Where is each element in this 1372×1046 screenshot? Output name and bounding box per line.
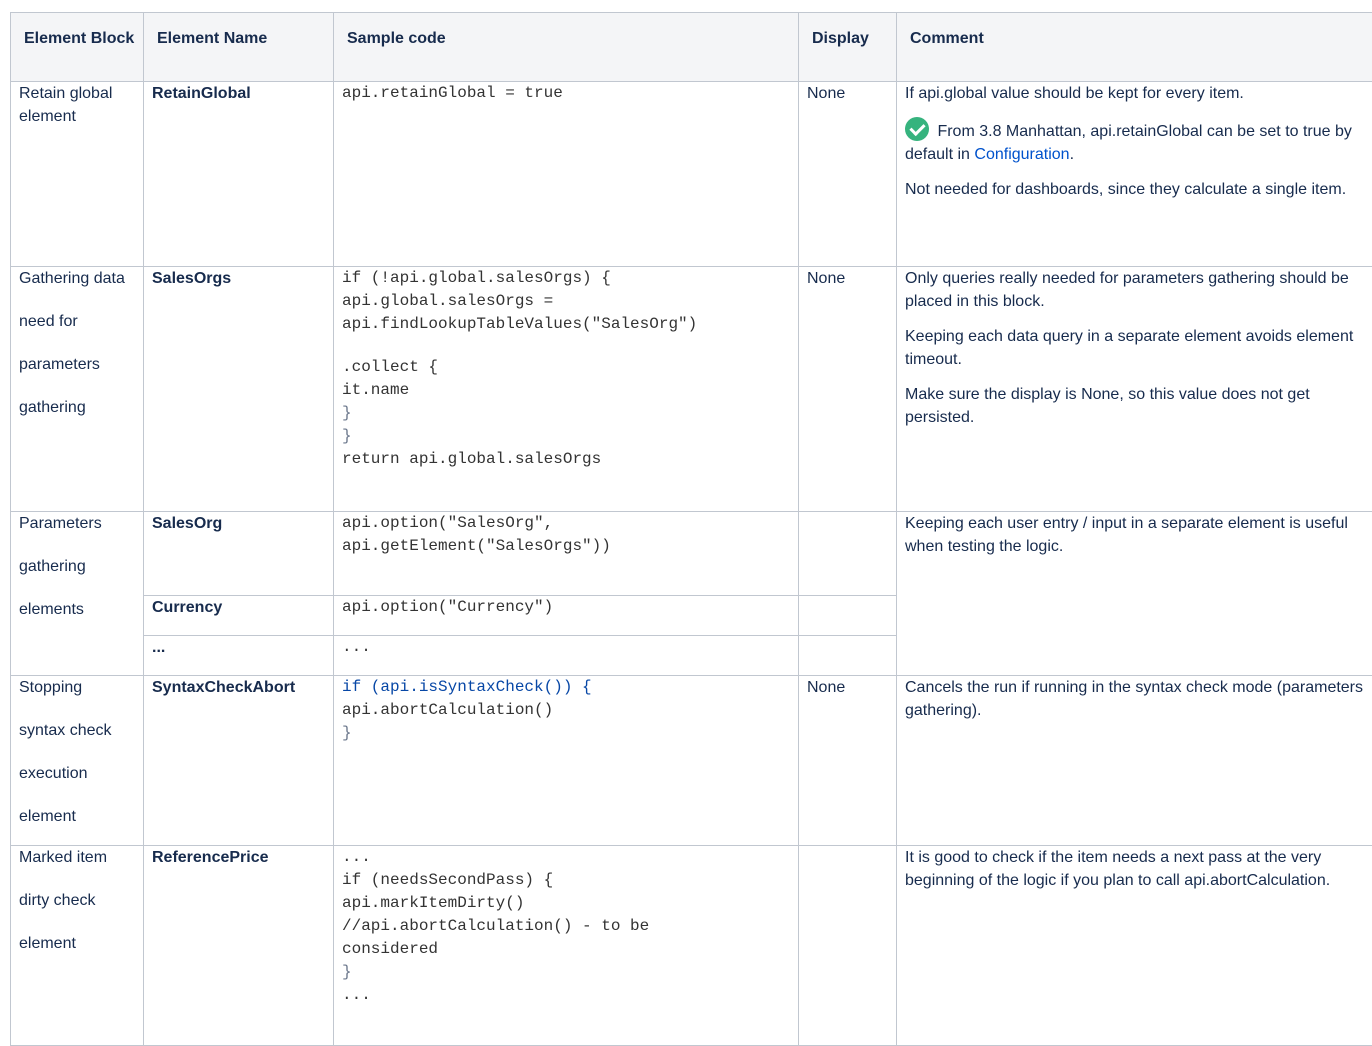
comment-paragraph: If api.global value should be kept for e… xyxy=(905,82,1372,105)
comment-paragraph: Keeping each user entry / input in a sep… xyxy=(905,512,1372,558)
display-cell xyxy=(799,846,897,1046)
code-line: ... xyxy=(342,984,790,1007)
code-line: it.name xyxy=(342,379,790,402)
element-block-text: need for xyxy=(19,310,135,333)
comment-cell: If api.global value should be kept for e… xyxy=(897,82,1372,267)
code-line: } xyxy=(342,961,790,984)
element-block-text: parameters xyxy=(19,353,135,376)
element-name-cell: SalesOrgs xyxy=(144,267,334,512)
header-display: Display xyxy=(799,13,897,82)
code-line: api.option("SalesOrg", xyxy=(342,512,790,535)
comment-cell: Cancels the run if running in the syntax… xyxy=(897,676,1372,846)
comment-paragraph: Not needed for dashboards, since they ca… xyxy=(905,178,1372,201)
code-line: api.getElement("SalesOrgs")) xyxy=(342,535,790,558)
comment-paragraph: It is good to check if the item needs a … xyxy=(905,846,1372,892)
header-row: Element Block Element Name Sample code D… xyxy=(11,13,1372,82)
elements-table: Element Block Element Name Sample code D… xyxy=(10,12,1372,1046)
header-element-block: Element Block xyxy=(11,13,144,82)
table-row: Marked item dirty check element Referenc… xyxy=(11,846,1372,1046)
display-cell: None xyxy=(799,82,897,267)
sample-code-cell: api.option("Currency") xyxy=(334,596,799,636)
display-cell xyxy=(799,512,897,596)
code-line: api.global.salesOrgs = xyxy=(342,290,790,313)
element-block-cell: Gathering data need for parameters gathe… xyxy=(11,267,144,512)
code-line: //api.abortCalculation() - to be xyxy=(342,915,790,938)
element-block-cell: Stopping syntax check execution element xyxy=(11,676,144,846)
element-name-cell: ... xyxy=(144,636,334,676)
sample-code-cell: ... if (needsSecondPass) { api.markItemD… xyxy=(334,846,799,1046)
code-line: } xyxy=(342,425,790,448)
header-element-name: Element Name xyxy=(144,13,334,82)
sample-code-cell: ... xyxy=(334,636,799,676)
comment-cell: Only queries really needed for parameter… xyxy=(897,267,1372,512)
comment-paragraph: From 3.8 Manhattan, api.retainGlobal can… xyxy=(905,117,1372,166)
element-block-text: Marked item xyxy=(19,846,135,869)
element-block-text: gathering xyxy=(19,555,135,578)
element-block-text: Parameters xyxy=(19,512,135,535)
element-block-text: Retain global element xyxy=(19,82,135,128)
element-name-cell: SalesOrg xyxy=(144,512,334,596)
element-block-text: element xyxy=(19,932,135,955)
check-circle-icon xyxy=(905,117,929,141)
sample-code-cell: api.option("SalesOrg", api.getElement("S… xyxy=(334,512,799,596)
comment-paragraph: Make sure the display is None, so this v… xyxy=(905,383,1372,429)
display-cell xyxy=(799,596,897,636)
element-block-text: Gathering data xyxy=(19,267,135,290)
element-block-text: Stopping xyxy=(19,676,135,699)
code-line: ... xyxy=(342,636,790,659)
element-block-text: syntax check xyxy=(19,719,135,742)
element-name-cell: ReferencePrice xyxy=(144,846,334,1046)
element-block-cell: Marked item dirty check element xyxy=(11,846,144,1046)
code-line: if (api.isSyntaxCheck()) { xyxy=(342,676,790,699)
code-line: api.findLookupTableValues("SalesOrg") xyxy=(342,313,790,336)
code-blank-line xyxy=(342,336,790,356)
display-cell: None xyxy=(799,676,897,846)
code-line: } xyxy=(342,402,790,425)
header-comment: Comment xyxy=(897,13,1372,82)
element-block-text: dirty check xyxy=(19,889,135,912)
comment-paragraph: Only queries really needed for parameter… xyxy=(905,267,1372,313)
sample-code-cell: if (api.isSyntaxCheck()) { api.abortCalc… xyxy=(334,676,799,846)
code-line: .collect { xyxy=(342,356,790,379)
code-line: api.option("Currency") xyxy=(342,596,790,619)
configuration-link[interactable]: Configuration xyxy=(974,146,1069,163)
table-row: Gathering data need for parameters gathe… xyxy=(11,267,1372,512)
element-block-cell: Parameters gathering elements xyxy=(11,512,144,676)
code-line: } xyxy=(342,722,790,745)
code-line: api.abortCalculation() xyxy=(342,699,790,722)
element-block-text: gathering xyxy=(19,396,135,419)
display-cell xyxy=(799,636,897,676)
code-line: api.markItemDirty() xyxy=(342,892,790,915)
table-row: Parameters gathering elements SalesOrg a… xyxy=(11,512,1372,596)
element-block-cell: Retain global element xyxy=(11,82,144,267)
code-line: return api.global.salesOrgs xyxy=(342,448,790,471)
element-block-text: execution xyxy=(19,762,135,785)
comment-paragraph: Cancels the run if running in the syntax… xyxy=(905,676,1372,722)
comment-cell: It is good to check if the item needs a … xyxy=(897,846,1372,1046)
comment-text: From 3.8 Manhattan, api.retainGlobal can… xyxy=(905,123,1352,163)
element-block-text: element xyxy=(19,805,135,828)
comment-cell: Keeping each user entry / input in a sep… xyxy=(897,512,1372,676)
element-name-cell: Currency xyxy=(144,596,334,636)
code-line: considered xyxy=(342,938,790,961)
table-row: Stopping syntax check execution element … xyxy=(11,676,1372,846)
display-cell: None xyxy=(799,267,897,512)
element-name-cell: SyntaxCheckAbort xyxy=(144,676,334,846)
code-line: if (!api.global.salesOrgs) { xyxy=(342,267,790,290)
comment-paragraph: Keeping each data query in a separate el… xyxy=(905,325,1372,371)
code-line: ... xyxy=(342,846,790,869)
sample-code-cell: if (!api.global.salesOrgs) { api.global.… xyxy=(334,267,799,512)
sample-code-cell: api.retainGlobal = true xyxy=(334,82,799,267)
code-line: api.retainGlobal = true xyxy=(342,82,790,105)
header-sample-code: Sample code xyxy=(334,13,799,82)
element-name-cell: RetainGlobal xyxy=(144,82,334,267)
table-row: Retain global element RetainGlobal api.r… xyxy=(11,82,1372,267)
element-block-text: elements xyxy=(19,598,135,621)
comment-text: . xyxy=(1070,146,1074,163)
code-line: if (needsSecondPass) { xyxy=(342,869,790,892)
